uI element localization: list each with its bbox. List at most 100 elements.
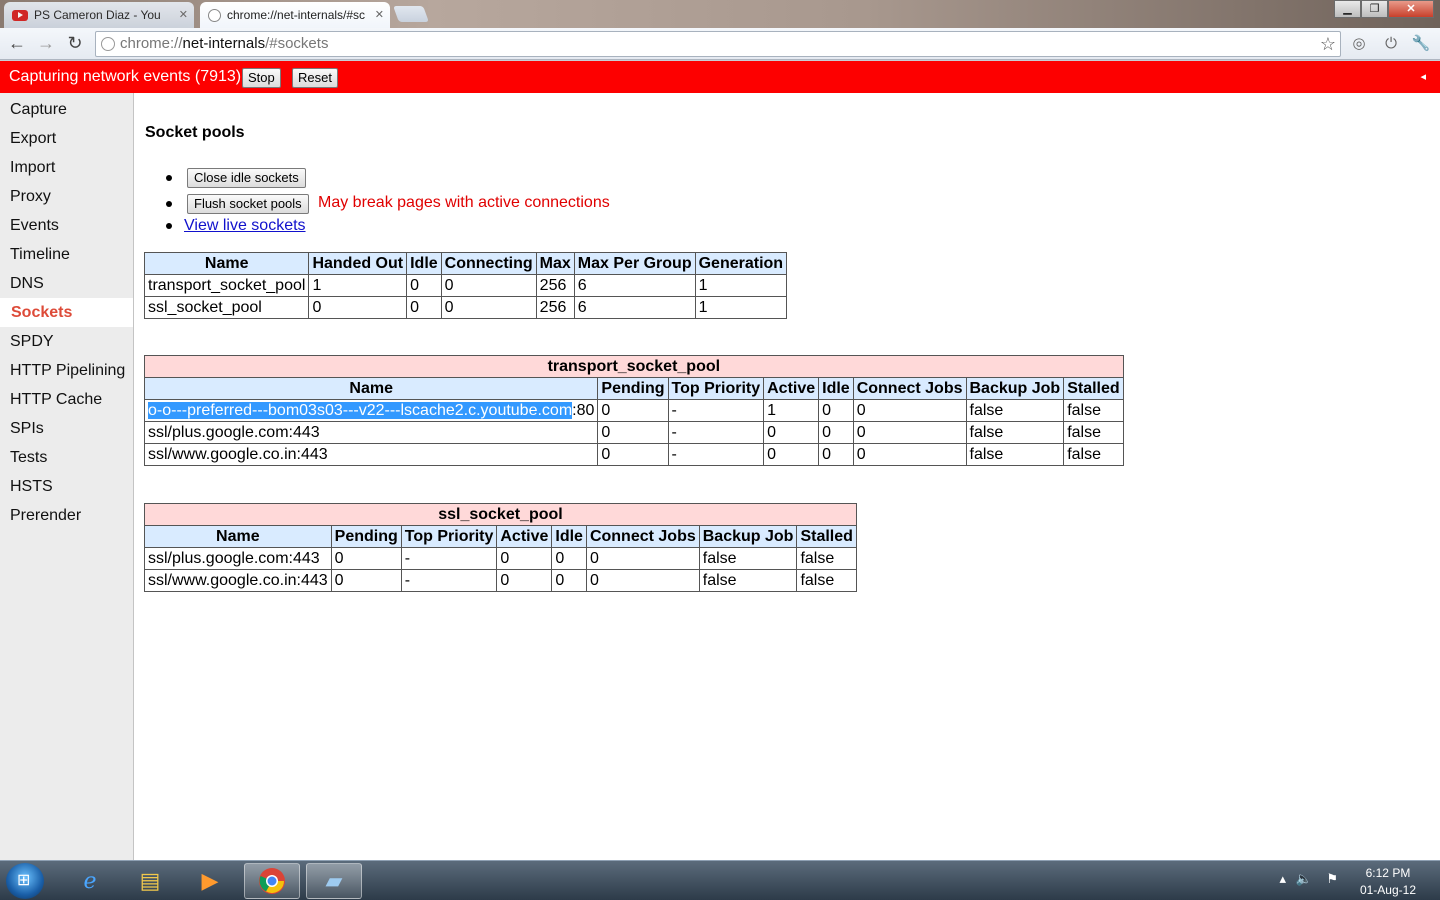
table-cell: 1 bbox=[308, 274, 408, 297]
sidebar-item-import[interactable]: Import bbox=[0, 153, 133, 182]
sidebar-item-proxy[interactable]: Proxy bbox=[0, 182, 133, 211]
table-cell: 6 bbox=[573, 274, 696, 297]
table-cell: 0 bbox=[551, 547, 587, 570]
reload-icon[interactable]: ↻ bbox=[64, 32, 86, 54]
internet-explorer-icon[interactable]: ℯ bbox=[62, 863, 118, 899]
system-clock[interactable]: 6:12 PM 01-Aug-12 bbox=[1360, 865, 1416, 899]
socket-pools-table: Name Handed Out Idle Connecting Max Max … bbox=[143, 252, 788, 319]
sidebar-item-events[interactable]: Events bbox=[0, 211, 133, 240]
table-cell: 6 bbox=[573, 296, 696, 319]
table-header-row: Name Pending Top Priority Active Idle Co… bbox=[144, 525, 857, 548]
sidebar-item-capture[interactable]: Capture bbox=[0, 95, 133, 124]
forward-arrow-icon[interactable]: → bbox=[35, 32, 57, 54]
column-header: Name bbox=[144, 525, 332, 548]
show-hidden-icons-icon[interactable]: ▴ bbox=[1279, 871, 1286, 887]
table-cell: 0 bbox=[852, 443, 967, 466]
bullet-icon bbox=[166, 223, 172, 229]
sidebar-item-sockets[interactable]: Sockets bbox=[0, 298, 133, 327]
table-caption: transport_socket_pool bbox=[144, 355, 1124, 378]
column-header: Stalled bbox=[1063, 377, 1124, 400]
title-bar: PS Cameron Diaz - You ✕ chrome://net-int… bbox=[0, 0, 1440, 28]
column-header: Connect Jobs bbox=[585, 525, 700, 548]
table-cell: false bbox=[1063, 399, 1124, 422]
sidebar: Capture Export Import Proxy Events Timel… bbox=[0, 93, 134, 860]
table-cell: false bbox=[965, 399, 1065, 422]
flush-socket-pools-button[interactable]: Flush socket pools bbox=[187, 194, 309, 214]
table-row: o-o---preferred---bom03s03---v22---lscac… bbox=[143, 399, 1124, 422]
table-row: ssl_socket_pool 0 0 0 256 6 1 bbox=[143, 296, 788, 319]
network-icon[interactable]: ⚑ bbox=[1326, 871, 1338, 887]
sidebar-item-timeline[interactable]: Timeline bbox=[0, 240, 133, 269]
maximize-button[interactable]: ❐ bbox=[1361, 0, 1388, 18]
tab-net-internals[interactable]: chrome://net-internals/#sc ✕ bbox=[200, 2, 390, 28]
table-cell: - bbox=[667, 399, 765, 422]
table-cell: 0 bbox=[818, 399, 854, 422]
tab-youtube[interactable]: PS Cameron Diaz - You ✕ bbox=[4, 2, 194, 28]
column-header: Idle bbox=[406, 252, 442, 275]
table-caption-row: transport_socket_pool bbox=[144, 355, 1124, 378]
sidebar-item-hsts[interactable]: HSTS bbox=[0, 472, 133, 501]
collapse-arrow-icon[interactable]: ◂ bbox=[1420, 61, 1426, 93]
address-bar[interactable]: chrome://net-internals/#sockets ☆ bbox=[95, 31, 1341, 57]
tab-close-icon[interactable]: ✕ bbox=[179, 8, 188, 21]
volume-icon[interactable]: 🔈 bbox=[1296, 871, 1312, 887]
clock-time: 6:12 PM bbox=[1365, 866, 1411, 880]
flush-warning: May break pages with active connections bbox=[318, 194, 610, 211]
wrench-icon[interactable]: 🔧 bbox=[1411, 34, 1431, 54]
table-cell: - bbox=[400, 569, 498, 592]
tab-close-icon[interactable]: ✕ bbox=[375, 8, 384, 21]
chrome-taskbar-icon[interactable] bbox=[244, 863, 300, 899]
sidebar-item-http-pipelining[interactable]: HTTP Pipelining bbox=[0, 356, 133, 385]
notepad-taskbar-icon[interactable]: ▰ bbox=[306, 863, 362, 899]
sidebar-item-dns[interactable]: DNS bbox=[0, 269, 133, 298]
table-cell: 0 bbox=[440, 274, 537, 297]
sidebar-item-prerender[interactable]: Prerender bbox=[0, 501, 133, 530]
column-header: Pending bbox=[597, 377, 669, 400]
url-path: /#sockets bbox=[265, 35, 329, 52]
table-cell: 1 bbox=[694, 274, 788, 297]
column-header: Top Priority bbox=[400, 525, 498, 548]
minimize-button[interactable]: ▁ bbox=[1334, 0, 1361, 18]
bookmark-star-icon[interactable]: ☆ bbox=[1320, 32, 1336, 56]
extension-icon[interactable]: ◎ bbox=[1349, 34, 1369, 54]
sidebar-item-spdy[interactable]: SPDY bbox=[0, 327, 133, 356]
table-cell: 256 bbox=[535, 274, 575, 297]
sidebar-item-http-cache[interactable]: HTTP Cache bbox=[0, 385, 133, 414]
table-cell: 0 bbox=[597, 399, 669, 422]
new-tab-button[interactable] bbox=[393, 6, 429, 22]
table-cell: 0 bbox=[763, 443, 820, 466]
url-host: net-internals bbox=[182, 35, 266, 52]
table-cell: 0 bbox=[818, 421, 854, 444]
sidebar-item-export[interactable]: Export bbox=[0, 124, 133, 153]
close-window-button[interactable]: ✕ bbox=[1388, 0, 1434, 18]
stop-button[interactable]: Stop bbox=[242, 68, 281, 88]
table-cell: false bbox=[965, 421, 1065, 444]
sidebar-item-spis[interactable]: SPIs bbox=[0, 414, 133, 443]
power-extension-icon[interactable]: ⏻ bbox=[1381, 34, 1401, 54]
globe-icon bbox=[101, 37, 115, 51]
column-header: Stalled bbox=[796, 525, 857, 548]
browser-toolbar: ← → ↻ chrome://net-internals/#sockets ☆ … bbox=[0, 28, 1440, 60]
table-cell: false bbox=[698, 569, 798, 592]
column-header: Connecting bbox=[440, 252, 537, 275]
table-cell: transport_socket_pool bbox=[143, 274, 310, 297]
media-player-icon[interactable]: ▶ bbox=[182, 863, 238, 899]
back-arrow-icon[interactable]: ← bbox=[6, 32, 28, 54]
reset-button[interactable]: Reset bbox=[292, 68, 338, 88]
windows-logo-icon: ⊞ bbox=[17, 872, 31, 889]
file-explorer-icon[interactable]: ▤ bbox=[122, 863, 178, 899]
table-cell: - bbox=[667, 443, 765, 466]
table-cell: 0 bbox=[330, 569, 402, 592]
table-cell: ssl/plus.google.com:443 bbox=[143, 421, 599, 444]
view-live-sockets-link[interactable]: View live sockets bbox=[184, 217, 306, 235]
start-button[interactable]: ⊞ bbox=[6, 863, 44, 899]
table-cell: ssl/plus.google.com:443 bbox=[144, 547, 332, 570]
table-header-row: Name Pending Top Priority Active Idle Co… bbox=[143, 377, 1124, 400]
youtube-icon bbox=[12, 9, 28, 21]
table-cell: 0 bbox=[585, 547, 700, 570]
column-header: Active bbox=[496, 525, 553, 548]
close-idle-sockets-button[interactable]: Close idle sockets bbox=[187, 168, 306, 188]
table-cell: false bbox=[796, 547, 857, 570]
bullet-icon bbox=[166, 175, 172, 181]
sidebar-item-tests[interactable]: Tests bbox=[0, 443, 133, 472]
